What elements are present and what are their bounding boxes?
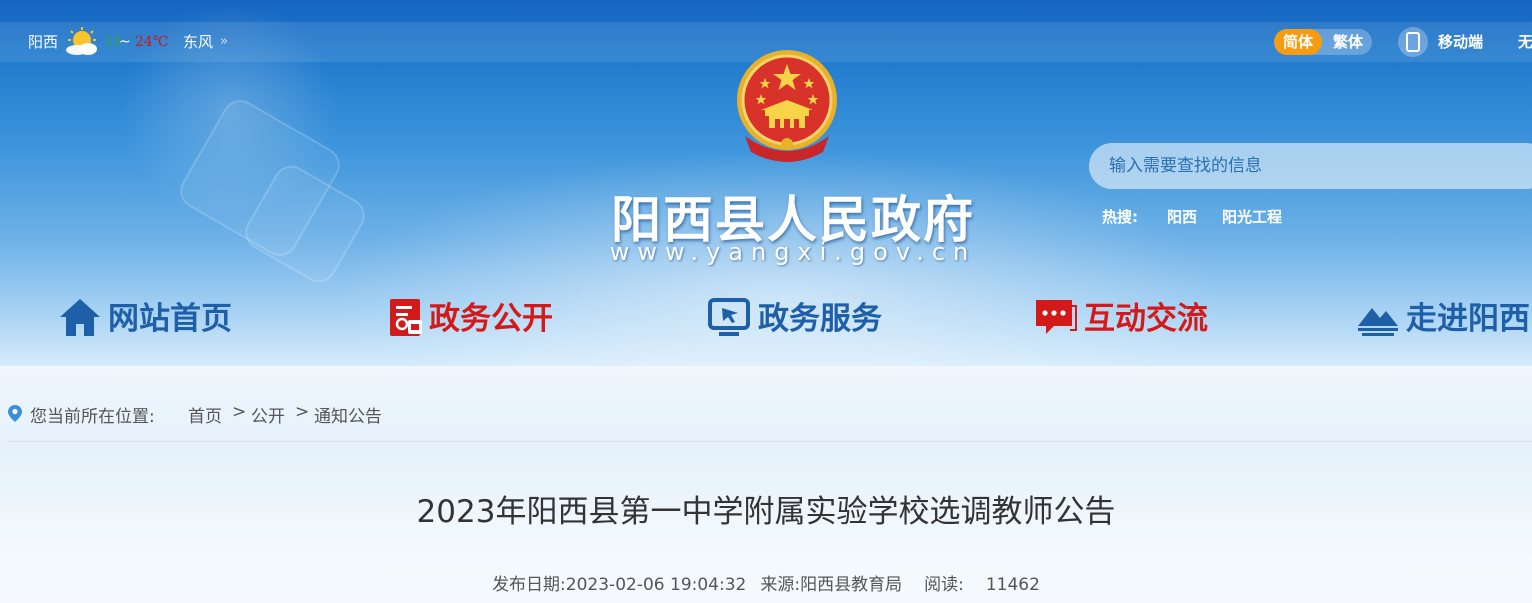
- temp-high: 24℃: [135, 34, 169, 50]
- national-emblem-icon: [737, 50, 837, 162]
- home-icon: [60, 299, 100, 336]
- breadcrumb-link-open[interactable]: 公开: [251, 402, 285, 427]
- mountain-icon: [1358, 308, 1398, 336]
- publish-date: 2023-02-06 19:04:32: [565, 575, 747, 595]
- location-pin-icon: [8, 405, 22, 422]
- service-screen-icon: [708, 298, 750, 336]
- chevron-right-icon[interactable]: »: [220, 22, 228, 62]
- nav-item-label: 政务服务: [758, 301, 882, 337]
- lang-traditional-button[interactable]: 繁体: [1326, 29, 1370, 55]
- breadcrumb-separator: >: [295, 402, 310, 422]
- article-title: 2023年阳西县第一中学附属实验学校选调教师公告: [416, 494, 1116, 530]
- article-meta: 发布日期:2023-02-06 19:04:32 来源:阳西县教育局 阅读: 1146…: [0, 570, 1532, 595]
- nav-item-label: 网站首页: [108, 301, 232, 337]
- breadcrumb-separator: >: [232, 402, 247, 422]
- views-label: 阅读:: [924, 575, 964, 595]
- mobile-icon-circle: [1398, 27, 1428, 57]
- accessibility-link[interactable]: 无: [1518, 22, 1532, 62]
- temp-separator: ~: [119, 34, 131, 50]
- views-count: 11462: [985, 575, 1040, 595]
- lang-simplified-button[interactable]: 简体: [1274, 29, 1322, 55]
- language-switch: 简体 繁体: [1274, 29, 1372, 55]
- breadcrumb-link-home[interactable]: 首页: [188, 402, 222, 427]
- mobile-label: 移动端: [1438, 33, 1484, 51]
- phone-icon: [1406, 32, 1420, 52]
- source: 阳西县教育局: [800, 575, 903, 595]
- nav-item-label: 互动交流: [1084, 301, 1208, 337]
- hot-search-link[interactable]: 阳光工程: [1222, 206, 1282, 227]
- search-box: [1089, 143, 1532, 189]
- weather-city: 阳西: [28, 33, 59, 51]
- sun-cloud-icon: [66, 27, 97, 55]
- hot-search-link[interactable]: 阳西: [1167, 206, 1197, 227]
- publish-date-label: 发布日期:: [492, 575, 566, 595]
- site-header: 阳西 19 ~ 24℃ 东风 » 简体 繁体 移动端 无 阳西县人民政府 www…: [0, 0, 1532, 366]
- site-url: www.yangxi.gov.cn: [609, 238, 977, 266]
- breadcrumb-prefix: 您当前所在位置:: [30, 407, 155, 427]
- nav-item-label: 政务公开: [429, 301, 553, 337]
- document-icon: [390, 299, 422, 336]
- source-label: 来源:: [760, 575, 801, 595]
- breadcrumb-link-notice[interactable]: 通知公告: [314, 402, 382, 427]
- mobile-link[interactable]: 移动端: [1398, 27, 1508, 57]
- search-input[interactable]: [1109, 143, 1509, 189]
- hot-search-label: 热搜:: [1102, 208, 1138, 226]
- main-content: 您当前所在位置: 首页 > 公开 > 通知公告 2023年阳西县第一中学附属实验…: [0, 366, 1532, 603]
- nav-item-label: 走进阳西: [1406, 301, 1530, 337]
- chat-icon: [1036, 300, 1077, 334]
- divider: [8, 441, 1532, 442]
- wind-direction: 东风: [183, 33, 214, 51]
